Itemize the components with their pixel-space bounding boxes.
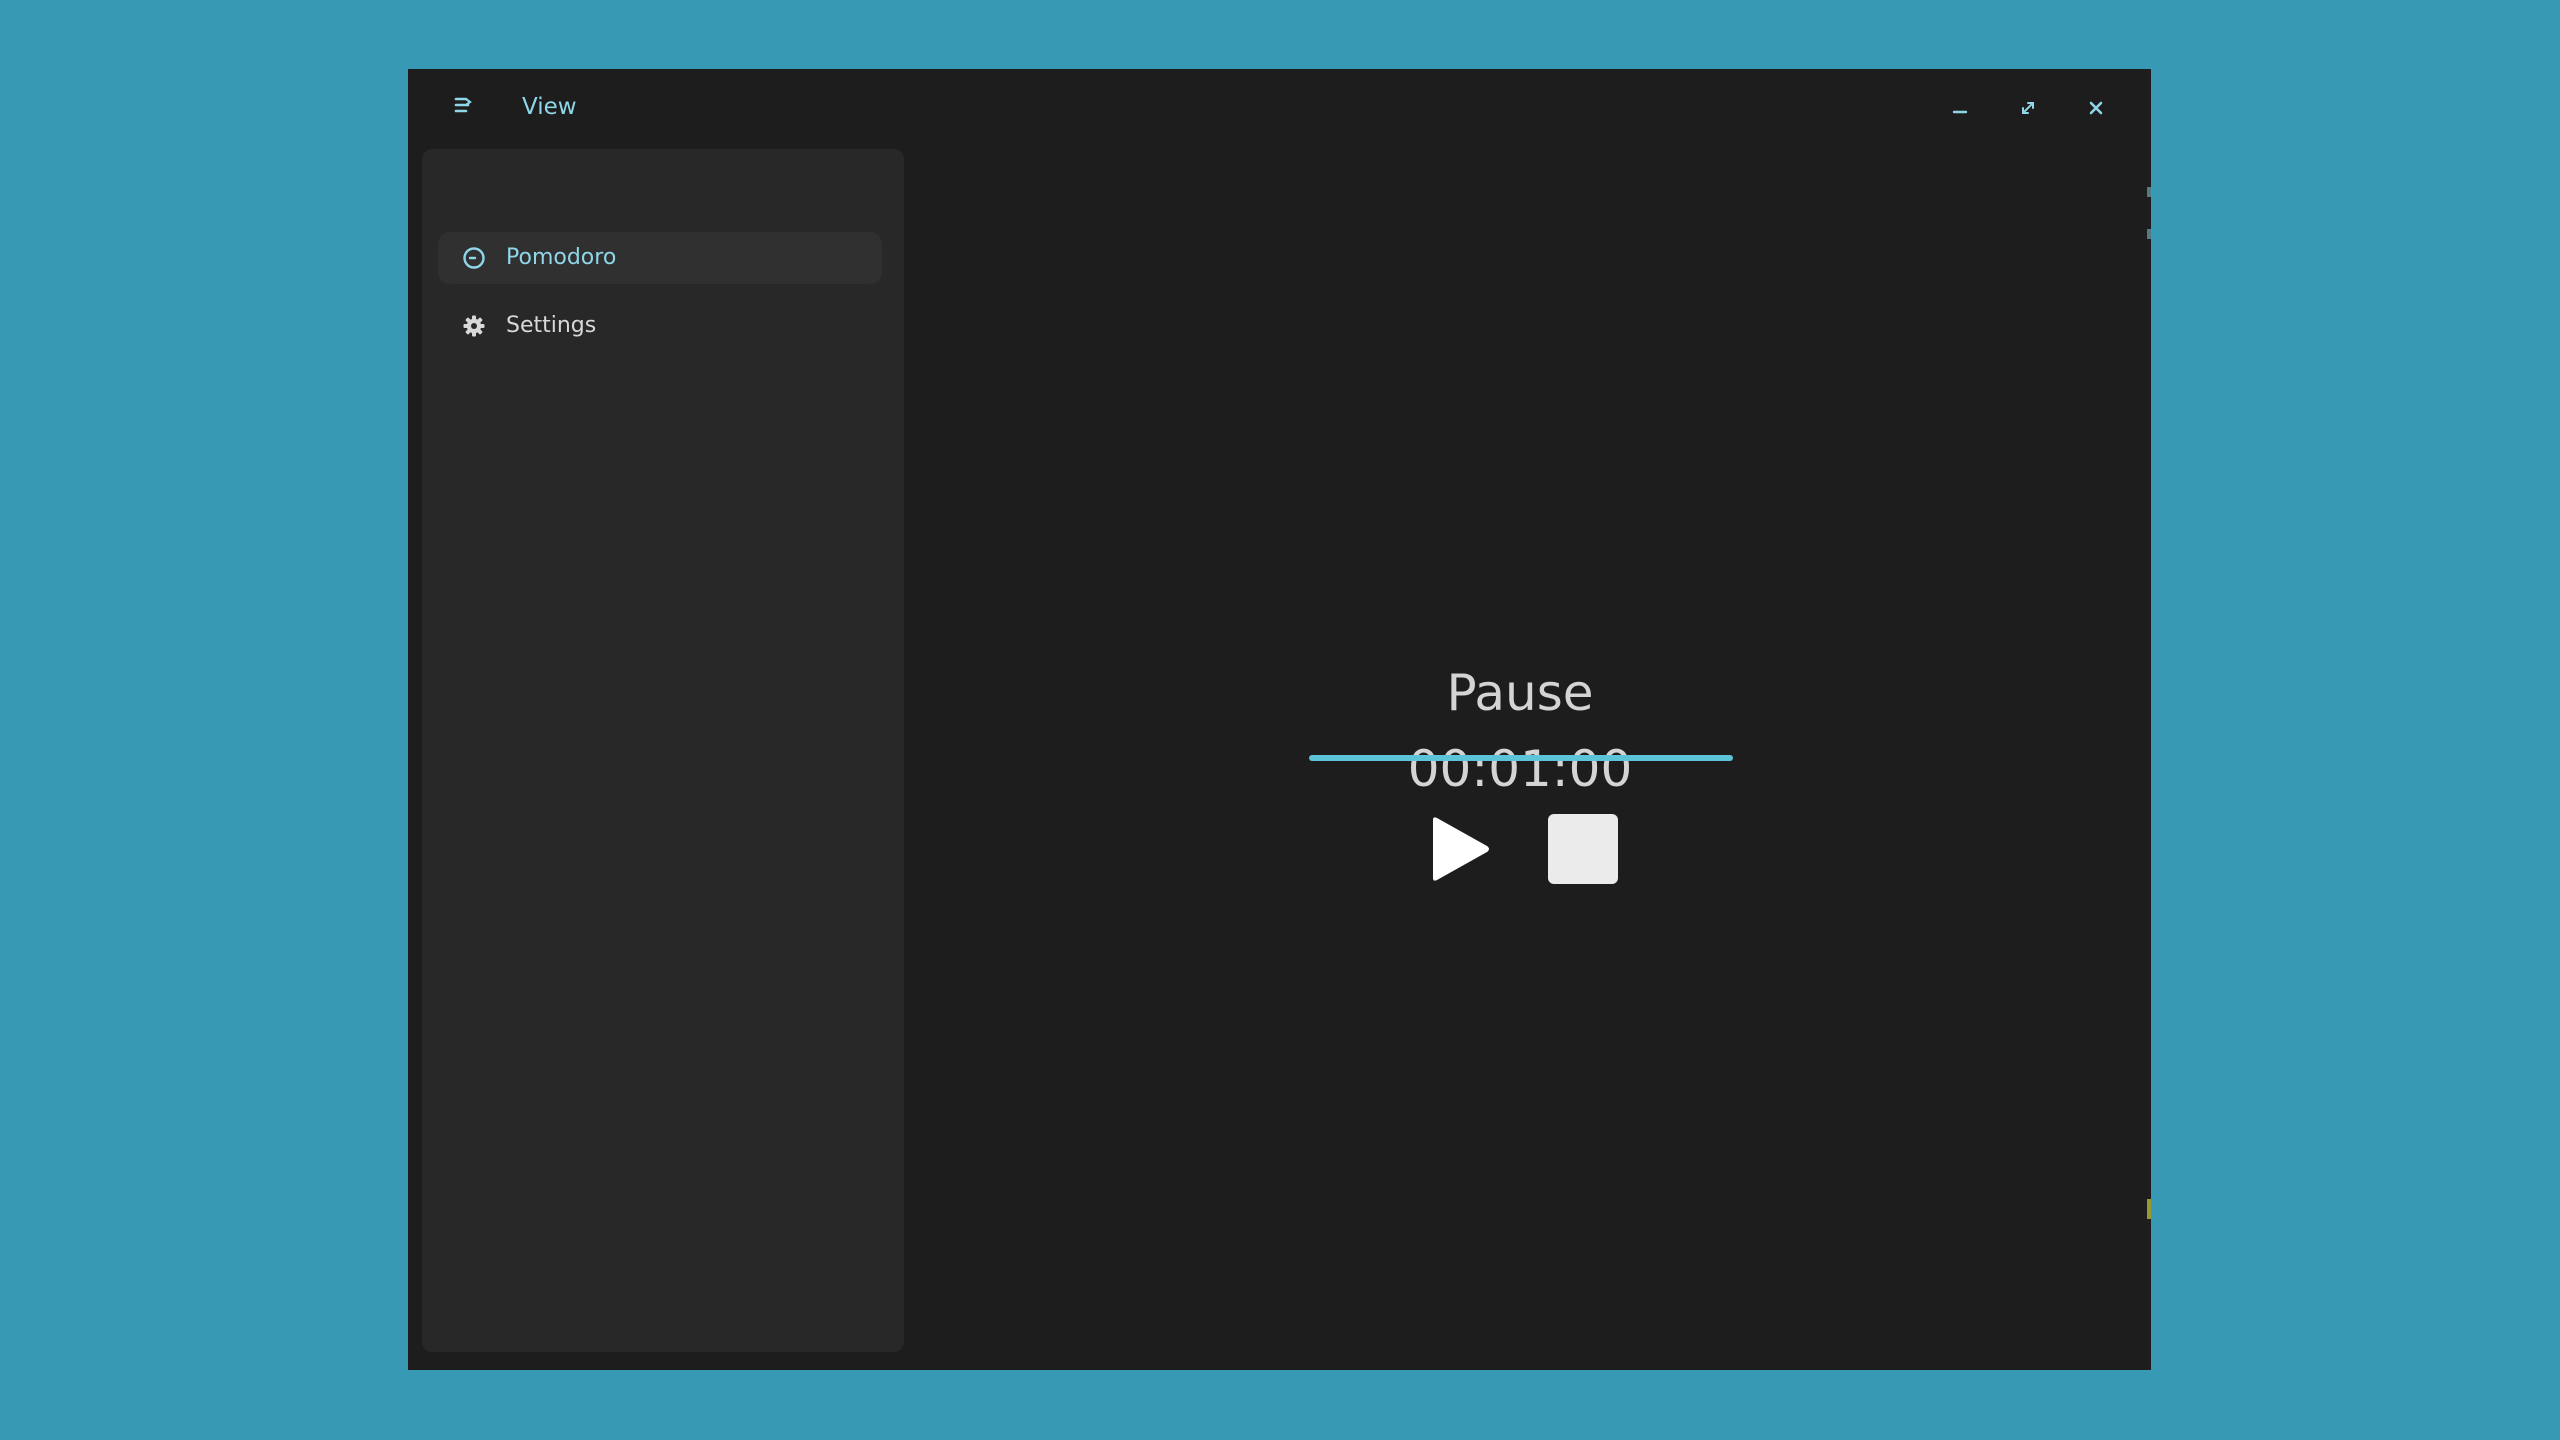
play-button[interactable] — [1420, 809, 1500, 889]
clock-icon — [462, 246, 486, 270]
sidebar-item-settings[interactable]: Settings — [438, 300, 882, 352]
sidebar-item-label: Settings — [506, 313, 597, 338]
edge-mark — [2147, 187, 2151, 197]
sidebar: Pomodoro Settings — [422, 149, 904, 1352]
minimize-button[interactable] — [1941, 89, 1979, 127]
sidebar-item-label: Pomodoro — [506, 245, 617, 270]
app-window: View Pomodoro Settings Pause 00:01:00 — [408, 69, 2151, 1370]
stop-button[interactable] — [1543, 809, 1623, 889]
stop-icon — [1548, 814, 1618, 884]
minimize-icon — [1952, 110, 1968, 114]
menu-view[interactable]: View — [522, 91, 577, 123]
edge-mark — [2147, 229, 2151, 239]
close-button[interactable] — [2077, 89, 2115, 127]
title-bar: View — [408, 69, 2151, 145]
edge-mark — [2147, 1199, 2151, 1219]
maximize-icon — [2022, 102, 2034, 114]
play-icon — [1433, 817, 1489, 881]
sidebar-item-pomodoro[interactable]: Pomodoro — [438, 232, 882, 284]
gear-icon — [462, 314, 486, 338]
close-icon — [2089, 101, 2103, 115]
maximize-button[interactable] — [2009, 89, 2047, 127]
timer-state-label: Pause — [1446, 664, 1594, 722]
window-controls — [1941, 89, 2115, 127]
timer-progress-bar — [1309, 755, 1733, 761]
app-menu-icon[interactable] — [450, 94, 476, 120]
timer-progress-fill — [1309, 755, 1733, 761]
menu-lines-icon — [454, 97, 472, 113]
timer-display: 00:01:00 — [1407, 740, 1633, 798]
